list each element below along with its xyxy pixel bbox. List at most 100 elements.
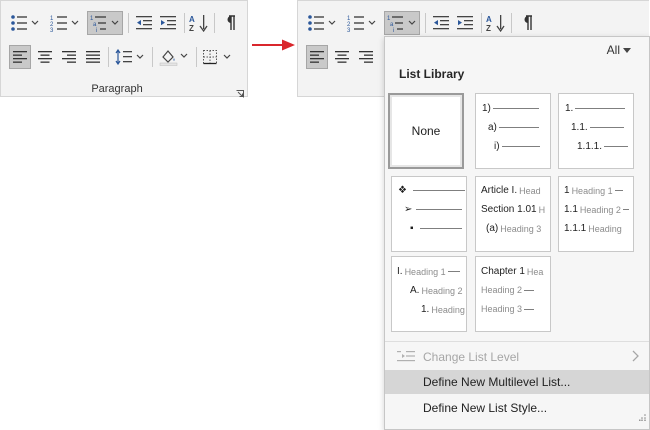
- increase-indent-button[interactable]: [157, 11, 179, 35]
- multilevel-list-button[interactable]: 1ai: [384, 11, 420, 35]
- show-formatting-button[interactable]: [219, 11, 241, 35]
- align-right-icon: [359, 51, 373, 63]
- bullets-button[interactable]: [7, 11, 43, 35]
- tile-level-3: 1.: [421, 304, 430, 315]
- arrow-bullet-icon: ➢: [404, 204, 413, 215]
- change-list-level-item[interactable]: Change List Level: [385, 345, 649, 369]
- tile-level-1: Chapter 1: [481, 266, 525, 277]
- tile-level-2: Section 1.01: [481, 204, 537, 215]
- tile-none-label: None: [411, 124, 441, 138]
- align-left-icon: [310, 51, 324, 63]
- define-new-list-style-label: Define New List Style...: [423, 401, 548, 415]
- tile-level-2: 1.1.: [571, 122, 588, 133]
- center-icon: [335, 51, 349, 63]
- separator: [108, 47, 109, 67]
- list-tile-heading-decimal[interactable]: 1 Heading 1 1.1 Heading 2 1.1.1 Heading: [558, 176, 634, 252]
- multilevel-list-button[interactable]: 1ai: [87, 11, 123, 35]
- change-list-level-icon: [397, 350, 415, 365]
- numbering-button[interactable]: 123: [344, 11, 380, 35]
- square-bullet-icon: ▪: [410, 223, 414, 234]
- numbering-icon: 123: [50, 16, 79, 32]
- line-spacing-button[interactable]: [112, 45, 148, 69]
- align-left-button[interactable]: [9, 45, 31, 69]
- red-arrow-icon: [252, 38, 296, 56]
- list-filter-dropdown[interactable]: All: [607, 43, 631, 57]
- tile-level-3: i): [494, 141, 500, 152]
- paragraph-group-label: Paragraph: [91, 83, 143, 95]
- list-tile-bullets[interactable]: ❖ ➢ ▪: [391, 176, 467, 252]
- list-tile-chapter[interactable]: Chapter 1 Hea Heading 2 Heading 3: [475, 256, 551, 332]
- define-new-list-style-item[interactable]: Define New List Style...: [385, 396, 649, 420]
- decrease-indent-icon: [433, 16, 449, 30]
- center-button[interactable]: [34, 45, 56, 69]
- shading-button[interactable]: [156, 45, 192, 69]
- borders-icon: [203, 50, 231, 65]
- numbering-button[interactable]: 123: [47, 11, 83, 35]
- bullets-icon: [11, 15, 39, 31]
- caret-down-icon: [623, 47, 631, 53]
- tile-level-2: A.: [410, 285, 420, 296]
- multilevel-list-icon: 1ai: [90, 16, 119, 32]
- tile-level-1: 1: [564, 185, 570, 196]
- bullets-button[interactable]: [304, 11, 340, 35]
- chevron-right-icon: [632, 350, 639, 365]
- paragraph-group: 123 1ai AZ Paragraph: [0, 0, 248, 98]
- sort-icon: AZ: [486, 15, 505, 32]
- separator: [128, 13, 129, 33]
- increase-indent-button[interactable]: [454, 11, 476, 35]
- dialog-launcher-button[interactable]: [236, 85, 244, 98]
- justify-button[interactable]: [82, 45, 104, 69]
- define-new-multilevel-list-label: Define New Multilevel List...: [423, 375, 571, 389]
- align-right-icon: [62, 51, 76, 63]
- show-formatting-button[interactable]: [516, 11, 538, 35]
- sort-button[interactable]: AZ: [485, 11, 507, 35]
- decrease-indent-icon: [136, 16, 152, 30]
- separator: [196, 47, 197, 67]
- separator: [152, 47, 153, 67]
- resize-grip-icon[interactable]: [639, 408, 646, 426]
- align-left-button[interactable]: [306, 45, 328, 69]
- align-right-button[interactable]: [58, 45, 80, 69]
- list-tile-numbered-paren[interactable]: 1) a) i): [475, 93, 551, 169]
- list-tile-none[interactable]: None: [388, 93, 464, 169]
- diamond-bullet-icon: ❖: [398, 185, 407, 196]
- tile-level-3: 1.1.1.: [577, 141, 603, 152]
- define-new-multilevel-list-item[interactable]: Define New Multilevel List...: [385, 370, 649, 394]
- change-list-level-label: Change List Level: [423, 350, 520, 364]
- line-spacing-icon: [115, 49, 144, 65]
- tile-level-2: 1.1: [564, 204, 578, 215]
- tile-level-3: (a): [486, 223, 499, 234]
- multilevel-list-menu: All List Library None 1) a) i) 1. 1.1. 1…: [384, 36, 650, 430]
- tile-level-1: Article I.: [481, 185, 518, 196]
- tile-level-1: 1.: [565, 103, 574, 114]
- borders-button[interactable]: [199, 45, 235, 69]
- sort-icon: AZ: [189, 15, 208, 32]
- separator: [481, 13, 482, 33]
- menu-divider: [385, 341, 649, 342]
- list-tile-article[interactable]: Article I. Head Section 1.01 H (a) Heading …: [475, 176, 551, 252]
- sort-button[interactable]: AZ: [188, 11, 210, 35]
- separator: [184, 13, 185, 33]
- multilevel-list-icon: 1ai: [387, 16, 416, 32]
- list-tile-decimal[interactable]: 1. 1.1. 1.1.1.: [558, 93, 634, 169]
- svg-text:A: A: [486, 15, 492, 24]
- svg-text:i: i: [96, 28, 97, 32]
- pilcrow-icon: [227, 15, 235, 30]
- tile-level-1: 1): [482, 103, 491, 114]
- separator: [511, 13, 512, 33]
- list-tile-roman[interactable]: I. Heading 1 A. Heading 2 1. Heading: [391, 256, 467, 332]
- svg-text:i: i: [393, 28, 394, 32]
- center-icon: [38, 51, 52, 63]
- justify-icon: [86, 51, 100, 63]
- decrease-indent-button[interactable]: [430, 11, 452, 35]
- tile-level-3: Heading 3: [481, 304, 523, 314]
- shading-icon: [159, 50, 188, 66]
- bullets-icon: [308, 15, 336, 31]
- tile-level-3: 1.1.1: [564, 223, 587, 234]
- decrease-indent-button[interactable]: [133, 11, 155, 35]
- center-button[interactable]: [331, 45, 353, 69]
- svg-text:3: 3: [347, 28, 351, 32]
- separator: [425, 13, 426, 33]
- list-filter-label: All: [606, 43, 620, 57]
- align-right-button[interactable]: [355, 45, 377, 69]
